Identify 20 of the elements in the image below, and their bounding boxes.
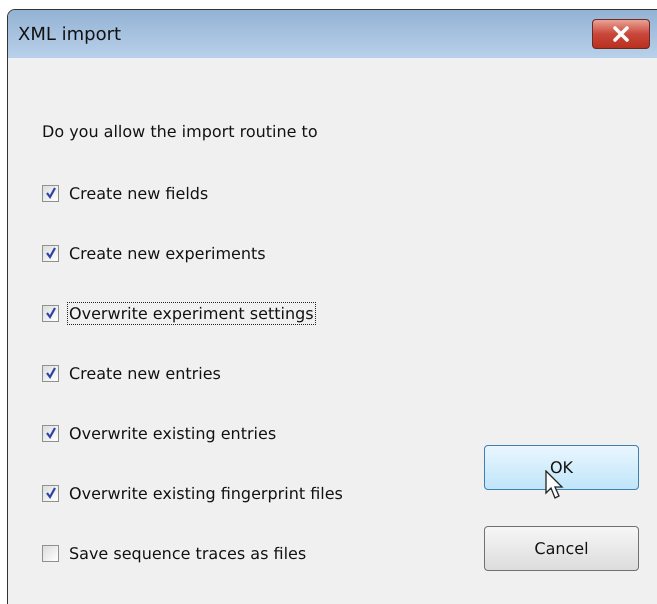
ok-button[interactable]: OK: [484, 445, 639, 490]
checkbox[interactable]: [42, 484, 59, 502]
option-label[interactable]: Overwrite existing fingerprint files: [67, 482, 345, 504]
checkbox[interactable]: [42, 424, 59, 442]
option-label[interactable]: Create new experiments: [67, 242, 268, 264]
checkbox[interactable]: [42, 184, 59, 202]
option-label[interactable]: Create new entries: [67, 362, 223, 384]
cancel-button[interactable]: Cancel: [484, 526, 639, 571]
window-title: XML import: [18, 24, 122, 44]
option-label[interactable]: Overwrite existing entries: [67, 422, 278, 444]
close-button[interactable]: [592, 19, 650, 49]
close-icon: [612, 26, 630, 42]
option-label[interactable]: Overwrite experiment settings: [67, 302, 316, 324]
checkbox[interactable]: [42, 364, 59, 382]
checkbox[interactable]: [42, 244, 59, 262]
option-label[interactable]: Save sequence traces as files: [67, 542, 308, 564]
checkbox[interactable]: [42, 304, 59, 322]
checkbox[interactable]: [42, 544, 59, 562]
prompt-text: Do you allow the import routine to: [42, 121, 319, 143]
option-label[interactable]: Create new fields: [67, 182, 210, 204]
